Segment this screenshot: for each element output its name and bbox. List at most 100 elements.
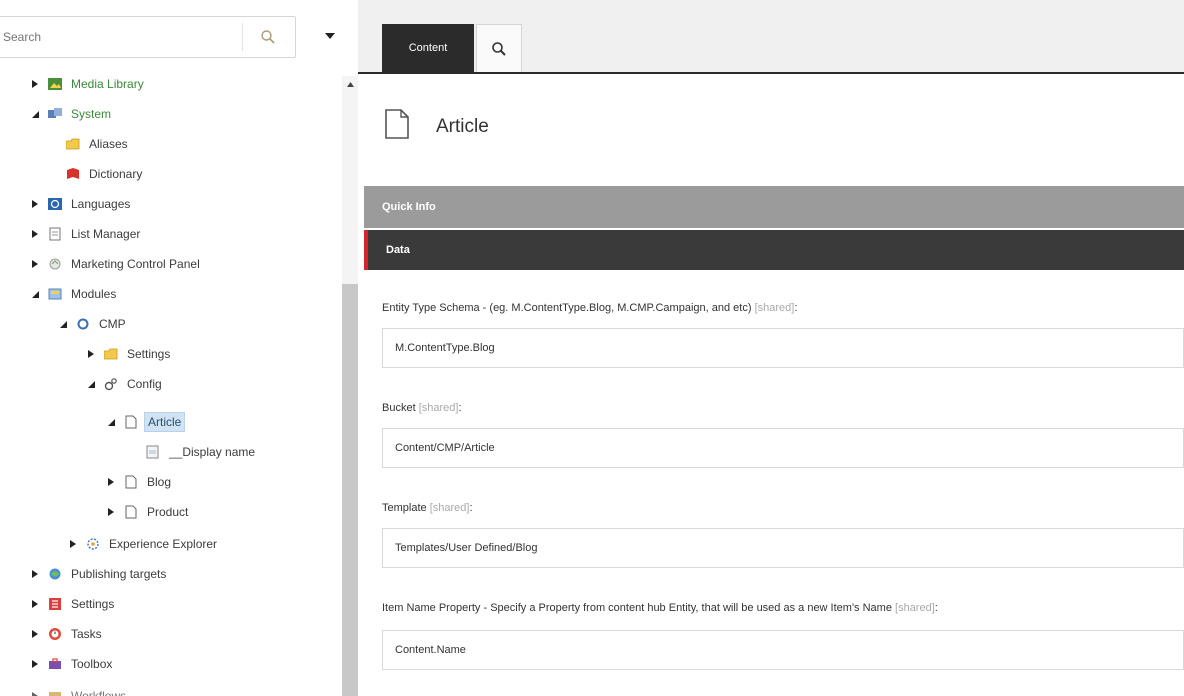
- publishing-targets-icon: [48, 567, 62, 581]
- field-label-entity-type-schema: Entity Type Schema - (eg. M.ContentType.…: [382, 302, 797, 314]
- search-row: [0, 0, 358, 75]
- content-tree-panel: Media Library System Aliases Dictionary …: [0, 0, 358, 696]
- modules-icon: [48, 287, 62, 301]
- search-dropdown-button[interactable]: [322, 28, 338, 44]
- item-header: Article: [358, 76, 1184, 186]
- template-input[interactable]: Templates/User Defined/Blog: [382, 528, 1184, 568]
- languages-icon: [48, 197, 62, 211]
- tree-item-tasks[interactable]: Tasks: [30, 620, 105, 648]
- tree-item-experience-explorer[interactable]: Experience Explorer: [68, 530, 220, 558]
- expand-arrow-icon[interactable]: [30, 229, 40, 239]
- tree-item-label: Settings: [71, 597, 115, 611]
- document-icon: [124, 475, 138, 489]
- search-divider: [242, 23, 243, 51]
- tab-content[interactable]: Content: [382, 24, 474, 72]
- field-label-suffix: :: [458, 402, 462, 414]
- tree-item-config[interactable]: Config: [86, 370, 165, 398]
- expand-arrow-icon[interactable]: [30, 199, 40, 209]
- field-label-suffix: :: [934, 602, 938, 614]
- tree-item-workflows[interactable]: Workflows: [30, 682, 129, 696]
- section-data[interactable]: Data: [364, 230, 1184, 270]
- tree-item-dictionary[interactable]: Dictionary: [66, 160, 145, 188]
- tree-item-label: Blog: [147, 475, 172, 489]
- tree-item-label: System: [71, 107, 112, 121]
- tree-item-label: __Display name: [169, 445, 256, 459]
- search-input[interactable]: [0, 17, 239, 57]
- search-box: [0, 16, 296, 58]
- tree-item-marketing-control-panel[interactable]: Marketing Control Panel: [30, 250, 203, 278]
- expand-arrow-icon[interactable]: [68, 539, 78, 549]
- entity-type-schema-input[interactable]: M.ContentType.Blog: [382, 328, 1184, 368]
- tree-item-label: Aliases: [89, 137, 128, 151]
- shared-tag: [shared]: [418, 402, 459, 414]
- field-label-text: Bucket: [382, 402, 416, 414]
- search-icon: [492, 41, 506, 56]
- section-quick-info[interactable]: Quick Info: [364, 186, 1184, 228]
- collapse-arrow-icon[interactable]: [58, 319, 68, 329]
- tree-item-label: Workflows: [71, 689, 127, 696]
- cmp-icon: [76, 317, 90, 331]
- search-icon: [261, 30, 275, 44]
- scrollbar-thumb[interactable]: [342, 284, 358, 696]
- expand-arrow-icon[interactable]: [30, 79, 40, 89]
- tree-item-display-name[interactable]: __Display name: [146, 438, 258, 466]
- tree-item-label: CMP: [99, 317, 126, 331]
- collapse-arrow-icon[interactable]: [86, 379, 96, 389]
- display-name-field-icon: [146, 445, 160, 459]
- expand-arrow-icon[interactable]: [106, 477, 116, 487]
- expand-arrow-icon[interactable]: [86, 349, 96, 359]
- bucket-input[interactable]: Content/CMP/Article: [382, 428, 1184, 468]
- expand-arrow-icon[interactable]: [30, 599, 40, 609]
- experience-explorer-icon: [86, 537, 100, 551]
- tree-item-list-manager[interactable]: List Manager: [30, 220, 143, 248]
- tree-item-modules[interactable]: Modules: [30, 280, 119, 308]
- tree-item-publishing-targets[interactable]: Publishing targets: [30, 560, 169, 588]
- field-label-suffix: :: [469, 502, 473, 514]
- expand-arrow-icon[interactable]: [30, 691, 40, 696]
- expand-arrow-icon[interactable]: [106, 507, 116, 517]
- tree-item-languages[interactable]: Languages: [30, 190, 133, 218]
- tree-item-aliases[interactable]: Aliases: [66, 130, 131, 158]
- tree-scrollbar[interactable]: [342, 76, 358, 696]
- editor-tab-bar: Content: [358, 0, 1184, 74]
- config-icon: [104, 377, 118, 391]
- tree-item-label: Article: [144, 412, 186, 432]
- tree-item-label: Publishing targets: [71, 567, 167, 581]
- list-manager-icon: [48, 227, 62, 241]
- caret-up-icon: [346, 81, 354, 87]
- shared-tag: [shared]: [754, 302, 795, 314]
- shared-tag: [shared]: [895, 602, 935, 614]
- collapse-arrow-icon[interactable]: [106, 417, 116, 427]
- tree-item-product[interactable]: Product: [106, 498, 191, 526]
- tree-item-cmp[interactable]: CMP: [58, 310, 129, 338]
- tree-item-article[interactable]: Article: [106, 408, 186, 436]
- field-label-bucket: Bucket [shared]:: [382, 402, 462, 414]
- expand-arrow-icon[interactable]: [30, 569, 40, 579]
- item-name-property-input[interactable]: Content.Name: [382, 630, 1184, 670]
- collapse-arrow-icon[interactable]: [30, 289, 40, 299]
- toolbox-icon: [48, 657, 62, 671]
- tree-item-toolbox[interactable]: Toolbox: [30, 650, 115, 678]
- tree-item-settings[interactable]: Settings: [30, 590, 117, 618]
- expand-arrow-icon[interactable]: [30, 629, 40, 639]
- search-button[interactable]: [249, 23, 287, 51]
- collapse-arrow-icon[interactable]: [30, 109, 40, 119]
- tree-item-label: Media Library: [71, 77, 144, 91]
- system-icon: [48, 107, 62, 121]
- tree-item-label: List Manager: [71, 227, 141, 241]
- expand-arrow-icon[interactable]: [30, 259, 40, 269]
- tree-item-blog[interactable]: Blog: [106, 468, 174, 496]
- tree-item-system[interactable]: System: [30, 100, 114, 128]
- editor-panel: Content Article Quick Info Data Entity T…: [358, 0, 1184, 696]
- shared-tag: [shared]: [429, 502, 470, 514]
- expand-arrow-icon[interactable]: [30, 659, 40, 669]
- dictionary-icon: [66, 167, 80, 181]
- tree-item-label: Marketing Control Panel: [71, 257, 200, 271]
- tree-item-media-library[interactable]: Media Library: [30, 70, 147, 98]
- field-label-text: Template: [382, 502, 427, 514]
- marketing-control-panel-icon: [48, 257, 62, 271]
- tab-search[interactable]: [476, 24, 522, 72]
- tree-item-label: Dictionary: [89, 167, 143, 181]
- tree-item-cmp-settings[interactable]: Settings: [86, 340, 173, 368]
- scroll-up-button[interactable]: [342, 78, 358, 90]
